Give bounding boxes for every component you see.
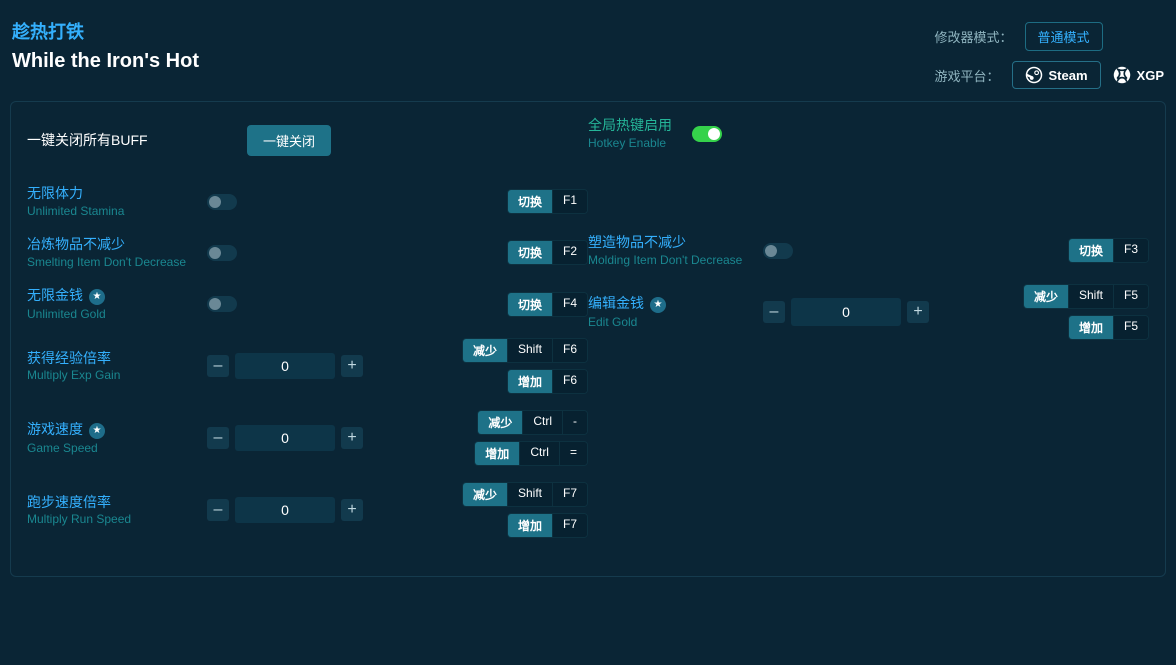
hotkey-badge: 切换F1: [507, 189, 588, 214]
cheat-label-en: Edit Gold: [588, 314, 763, 330]
cheat-toggle[interactable]: [763, 243, 793, 259]
game-title-cn: 趁热打铁: [12, 18, 199, 44]
disable-all-label: 一键关闭所有BUFF: [27, 131, 207, 150]
value-input[interactable]: [235, 425, 335, 451]
increment-button[interactable]: +: [907, 301, 929, 323]
cheat-toggle[interactable]: [207, 296, 237, 312]
star-icon: ★: [650, 297, 666, 313]
star-icon: ★: [89, 423, 105, 439]
decrement-button[interactable]: –: [207, 499, 229, 521]
cheat-label-cn: 无限体力: [27, 184, 207, 203]
hotkey-badge: 切换F2: [507, 240, 588, 265]
value-input[interactable]: [235, 353, 335, 379]
cheat-label-en: Molding Item Don't Decrease: [588, 252, 763, 268]
xbox-icon: [1113, 66, 1131, 84]
cheat-label-en: Smelting Item Don't Decrease: [27, 254, 207, 270]
hotkey-badge: 增加Ctrl=: [474, 441, 588, 466]
increment-button[interactable]: +: [341, 499, 363, 521]
cheat-toggle[interactable]: [207, 245, 237, 261]
hotkey-badge: 增加F6: [507, 369, 588, 394]
cheat-row: 冶炼物品不减少Smelting Item Don't Decrease 切换F2: [27, 227, 588, 278]
cheat-row: 无限体力Unlimited Stamina 切换F1: [27, 176, 588, 227]
platform-steam-button[interactable]: Steam: [1012, 61, 1101, 89]
hotkey-badge: 减少ShiftF6: [462, 338, 588, 363]
hotkey-badge: 减少Ctrl-: [477, 410, 588, 435]
platform-label: 游戏平台：: [934, 66, 999, 85]
mode-button[interactable]: 普通模式: [1025, 22, 1103, 51]
cheat-label-cn: 跑步速度倍率: [27, 493, 207, 512]
hotkey-badge: 切换F3: [1068, 238, 1149, 263]
hotkey-enable-label-en: Hotkey Enable: [588, 135, 672, 151]
cheat-row: 编辑金钱★Edit Gold– + 减少ShiftF5 增加F5: [588, 276, 1149, 348]
cheat-label-cn: 塑造物品不减少: [588, 233, 763, 252]
cheat-label-cn: 游戏速度★: [27, 420, 207, 440]
hotkey-badge: 减少ShiftF7: [462, 482, 588, 507]
disable-all-button[interactable]: 一键关闭: [247, 125, 331, 156]
star-icon: ★: [89, 289, 105, 305]
cheat-row: 跑步速度倍率Multiply Run Speed– + 减少ShiftF7 增加F7: [27, 474, 588, 546]
hotkey-badge: 切换F4: [507, 292, 588, 317]
hotkey-badge: 增加F7: [507, 513, 588, 538]
cheat-label-cn: 编辑金钱★: [588, 294, 763, 314]
cheat-row: 塑造物品不减少Molding Item Don't Decrease 切换F3: [588, 225, 1149, 276]
decrement-button[interactable]: –: [207, 427, 229, 449]
hotkey-badge: 增加F5: [1068, 315, 1149, 340]
cheat-label-cn: 无限金钱★: [27, 286, 207, 306]
decrement-button[interactable]: –: [207, 355, 229, 377]
cheat-label-en: Unlimited Gold: [27, 306, 207, 322]
platform-xgp-button[interactable]: XGP: [1113, 66, 1164, 84]
mode-label: 修改器模式：: [934, 27, 1012, 46]
cheat-label-en: Multiply Run Speed: [27, 511, 207, 527]
platform-xgp-label: XGP: [1137, 68, 1164, 83]
cheat-toggle[interactable]: [207, 194, 237, 210]
cheat-label-cn: 获得经验倍率: [27, 349, 207, 368]
cheat-label-en: Unlimited Stamina: [27, 203, 207, 219]
platform-steam-label: Steam: [1049, 68, 1088, 83]
increment-button[interactable]: +: [341, 355, 363, 377]
steam-icon: [1025, 66, 1043, 84]
cheat-label-cn: 冶炼物品不减少: [27, 235, 207, 254]
hotkey-badge: 减少ShiftF5: [1023, 284, 1149, 309]
decrement-button[interactable]: –: [763, 301, 785, 323]
cheat-row: 获得经验倍率Multiply Exp Gain– + 减少ShiftF6 增加F6: [27, 330, 588, 402]
cheat-label-en: Game Speed: [27, 440, 207, 456]
increment-button[interactable]: +: [341, 427, 363, 449]
value-input[interactable]: [235, 497, 335, 523]
game-title-en: While the Iron's Hot: [12, 50, 199, 73]
hotkey-enable-toggle[interactable]: [692, 126, 722, 142]
cheat-row: 无限金钱★Unlimited Gold 切换F4: [27, 278, 588, 330]
hotkey-enable-label-cn: 全局热键启用: [588, 116, 672, 135]
cheat-row: 游戏速度★Game Speed– + 减少Ctrl- 增加Ctrl=: [27, 402, 588, 474]
value-input[interactable]: [791, 298, 901, 326]
cheat-label-en: Multiply Exp Gain: [27, 367, 207, 383]
